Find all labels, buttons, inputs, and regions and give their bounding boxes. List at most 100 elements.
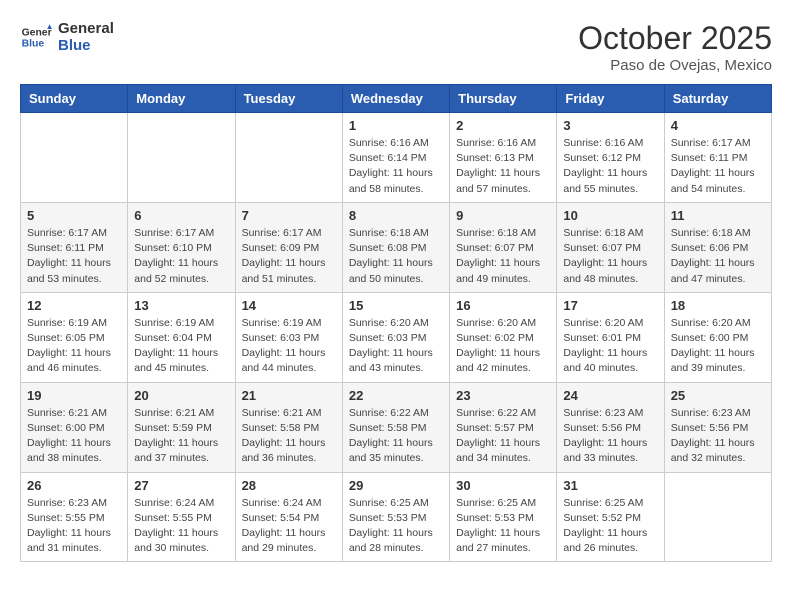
day-number: 26: [27, 478, 121, 493]
header-friday: Friday: [557, 85, 664, 113]
day-info: Sunrise: 6:19 AMSunset: 6:05 PMDaylight:…: [27, 316, 121, 377]
day-number: 8: [349, 208, 443, 223]
day-info: Sunrise: 6:23 AMSunset: 5:56 PMDaylight:…: [563, 406, 657, 467]
calendar-cell: 30 Sunrise: 6:25 AMSunset: 5:53 PMDayligh…: [450, 472, 557, 562]
day-number: 9: [456, 208, 550, 223]
logo-text-line1: General: [58, 20, 114, 37]
day-info: Sunrise: 6:18 AMSunset: 6:07 PMDaylight:…: [456, 226, 550, 287]
day-number: 1: [349, 118, 443, 133]
day-info: Sunrise: 6:25 AMSunset: 5:53 PMDaylight:…: [456, 496, 550, 557]
day-info: Sunrise: 6:17 AMSunset: 6:09 PMDaylight:…: [242, 226, 336, 287]
calendar-cell: 25 Sunrise: 6:23 AMSunset: 5:56 PMDayligh…: [664, 382, 771, 472]
calendar-cell: 21 Sunrise: 6:21 AMSunset: 5:58 PMDayligh…: [235, 382, 342, 472]
day-info: Sunrise: 6:22 AMSunset: 5:58 PMDaylight:…: [349, 406, 443, 467]
week-row-3: 12 Sunrise: 6:19 AMSunset: 6:05 PMDayligh…: [21, 292, 772, 382]
day-number: 19: [27, 388, 121, 403]
day-info: Sunrise: 6:21 AMSunset: 5:58 PMDaylight:…: [242, 406, 336, 467]
day-number: 5: [27, 208, 121, 223]
calendar-cell: [664, 472, 771, 562]
day-number: 18: [671, 298, 765, 313]
page-header: General Blue General Blue October 2025 P…: [20, 20, 772, 74]
day-info: Sunrise: 6:18 AMSunset: 6:07 PMDaylight:…: [563, 226, 657, 287]
calendar-cell: 15Sunrise: 6:20 AMSunset: 6:03 PMDayligh…: [342, 292, 449, 382]
week-row-4: 19 Sunrise: 6:21 AMSunset: 6:00 PMDayligh…: [21, 382, 772, 472]
calendar-cell: 8Sunrise: 6:18 AMSunset: 6:08 PMDaylight…: [342, 202, 449, 292]
day-number: 22: [349, 388, 443, 403]
week-row-5: 26Sunrise: 6:23 AMSunset: 5:55 PMDayligh…: [21, 472, 772, 562]
day-info: Sunrise: 6:16 AMSunset: 6:13 PMDaylight:…: [456, 136, 550, 197]
calendar-cell: 31 Sunrise: 6:25 AMSunset: 5:52 PMDayligh…: [557, 472, 664, 562]
day-number: 28: [242, 478, 336, 493]
week-row-2: 5 Sunrise: 6:17 AMSunset: 6:11 PMDaylight…: [21, 202, 772, 292]
day-number: 23: [456, 388, 550, 403]
day-number: 6: [134, 208, 228, 223]
calendar-cell: 29 Sunrise: 6:25 AMSunset: 5:53 PMDayligh…: [342, 472, 449, 562]
day-info: Sunrise: 6:24 AMSunset: 5:54 PMDaylight:…: [242, 496, 336, 557]
day-number: 29: [349, 478, 443, 493]
calendar-cell: 20 Sunrise: 6:21 AMSunset: 5:59 PMDayligh…: [128, 382, 235, 472]
calendar-cell: 4 Sunrise: 6:17 AMSunset: 6:11 PMDaylight…: [664, 113, 771, 203]
header-monday: Monday: [128, 85, 235, 113]
day-info: Sunrise: 6:25 AMSunset: 5:52 PMDaylight:…: [563, 496, 657, 557]
calendar-cell: 17Sunrise: 6:20 AMSunset: 6:01 PMDayligh…: [557, 292, 664, 382]
logo: General Blue General Blue: [20, 20, 114, 54]
day-info: Sunrise: 6:19 AMSunset: 6:04 PMDaylight:…: [134, 316, 228, 377]
calendar-cell: 28 Sunrise: 6:24 AMSunset: 5:54 PMDayligh…: [235, 472, 342, 562]
calendar-cell: 27Sunrise: 6:24 AMSunset: 5:55 PMDayligh…: [128, 472, 235, 562]
day-number: 7: [242, 208, 336, 223]
day-number: 25: [671, 388, 765, 403]
day-info: Sunrise: 6:23 AMSunset: 5:56 PMDaylight:…: [671, 406, 765, 467]
day-info: Sunrise: 6:21 AMSunset: 6:00 PMDaylight:…: [27, 406, 121, 467]
day-info: Sunrise: 6:21 AMSunset: 5:59 PMDaylight:…: [134, 406, 228, 467]
calendar-cell: 3Sunrise: 6:16 AMSunset: 6:12 PMDaylight…: [557, 113, 664, 203]
day-info: Sunrise: 6:20 AMSunset: 6:00 PMDaylight:…: [671, 316, 765, 377]
day-info: Sunrise: 6:16 AMSunset: 6:12 PMDaylight:…: [563, 136, 657, 197]
calendar-cell: 6Sunrise: 6:17 AMSunset: 6:10 PMDaylight…: [128, 202, 235, 292]
day-info: Sunrise: 6:20 AMSunset: 6:01 PMDaylight:…: [563, 316, 657, 377]
calendar-cell: 22 Sunrise: 6:22 AMSunset: 5:58 PMDayligh…: [342, 382, 449, 472]
calendar-cell: 2 Sunrise: 6:16 AMSunset: 6:13 PMDaylight…: [450, 113, 557, 203]
svg-text:Blue: Blue: [22, 39, 45, 50]
day-info: Sunrise: 6:18 AMSunset: 6:06 PMDaylight:…: [671, 226, 765, 287]
day-number: 11: [671, 208, 765, 223]
header-saturday: Saturday: [664, 85, 771, 113]
calendar-cell: 14Sunrise: 6:19 AMSunset: 6:03 PMDayligh…: [235, 292, 342, 382]
day-number: 16: [456, 298, 550, 313]
day-number: 31: [563, 478, 657, 493]
day-number: 10: [563, 208, 657, 223]
day-info: Sunrise: 6:20 AMSunset: 6:02 PMDaylight:…: [456, 316, 550, 377]
day-number: 20: [134, 388, 228, 403]
calendar-cell: 1Sunrise: 6:16 AMSunset: 6:14 PMDaylight…: [342, 113, 449, 203]
day-info: Sunrise: 6:25 AMSunset: 5:53 PMDaylight:…: [349, 496, 443, 557]
day-number: 12: [27, 298, 121, 313]
calendar-cell: [21, 113, 128, 203]
day-number: 30: [456, 478, 550, 493]
calendar-header-row: SundayMondayTuesdayWednesdayThursdayFrid…: [21, 85, 772, 113]
logo-text-line2: Blue: [58, 37, 114, 54]
calendar-cell: 5 Sunrise: 6:17 AMSunset: 6:11 PMDaylight…: [21, 202, 128, 292]
day-number: 15: [349, 298, 443, 313]
day-number: 21: [242, 388, 336, 403]
day-info: Sunrise: 6:19 AMSunset: 6:03 PMDaylight:…: [242, 316, 336, 377]
day-number: 24: [563, 388, 657, 403]
calendar-cell: 16 Sunrise: 6:20 AMSunset: 6:02 PMDayligh…: [450, 292, 557, 382]
calendar-cell: 11 Sunrise: 6:18 AMSunset: 6:06 PMDayligh…: [664, 202, 771, 292]
calendar-table: SundayMondayTuesdayWednesdayThursdayFrid…: [20, 84, 772, 562]
header-wednesday: Wednesday: [342, 85, 449, 113]
location-subtitle: Paso de Ovejas, Mexico: [578, 57, 772, 74]
calendar-cell: 26Sunrise: 6:23 AMSunset: 5:55 PMDayligh…: [21, 472, 128, 562]
day-info: Sunrise: 6:17 AMSunset: 6:11 PMDaylight:…: [671, 136, 765, 197]
calendar-cell: 24 Sunrise: 6:23 AMSunset: 5:56 PMDayligh…: [557, 382, 664, 472]
day-info: Sunrise: 6:22 AMSunset: 5:57 PMDaylight:…: [456, 406, 550, 467]
day-number: 13: [134, 298, 228, 313]
day-number: 2: [456, 118, 550, 133]
svg-text:General: General: [22, 27, 52, 38]
calendar-cell: 18 Sunrise: 6:20 AMSunset: 6:00 PMDayligh…: [664, 292, 771, 382]
calendar-cell: 7 Sunrise: 6:17 AMSunset: 6:09 PMDaylight…: [235, 202, 342, 292]
day-number: 4: [671, 118, 765, 133]
calendar-cell: 10 Sunrise: 6:18 AMSunset: 6:07 PMDayligh…: [557, 202, 664, 292]
day-info: Sunrise: 6:24 AMSunset: 5:55 PMDaylight:…: [134, 496, 228, 557]
calendar-cell: 23 Sunrise: 6:22 AMSunset: 5:57 PMDayligh…: [450, 382, 557, 472]
day-info: Sunrise: 6:17 AMSunset: 6:11 PMDaylight:…: [27, 226, 121, 287]
week-row-1: 1Sunrise: 6:16 AMSunset: 6:14 PMDaylight…: [21, 113, 772, 203]
